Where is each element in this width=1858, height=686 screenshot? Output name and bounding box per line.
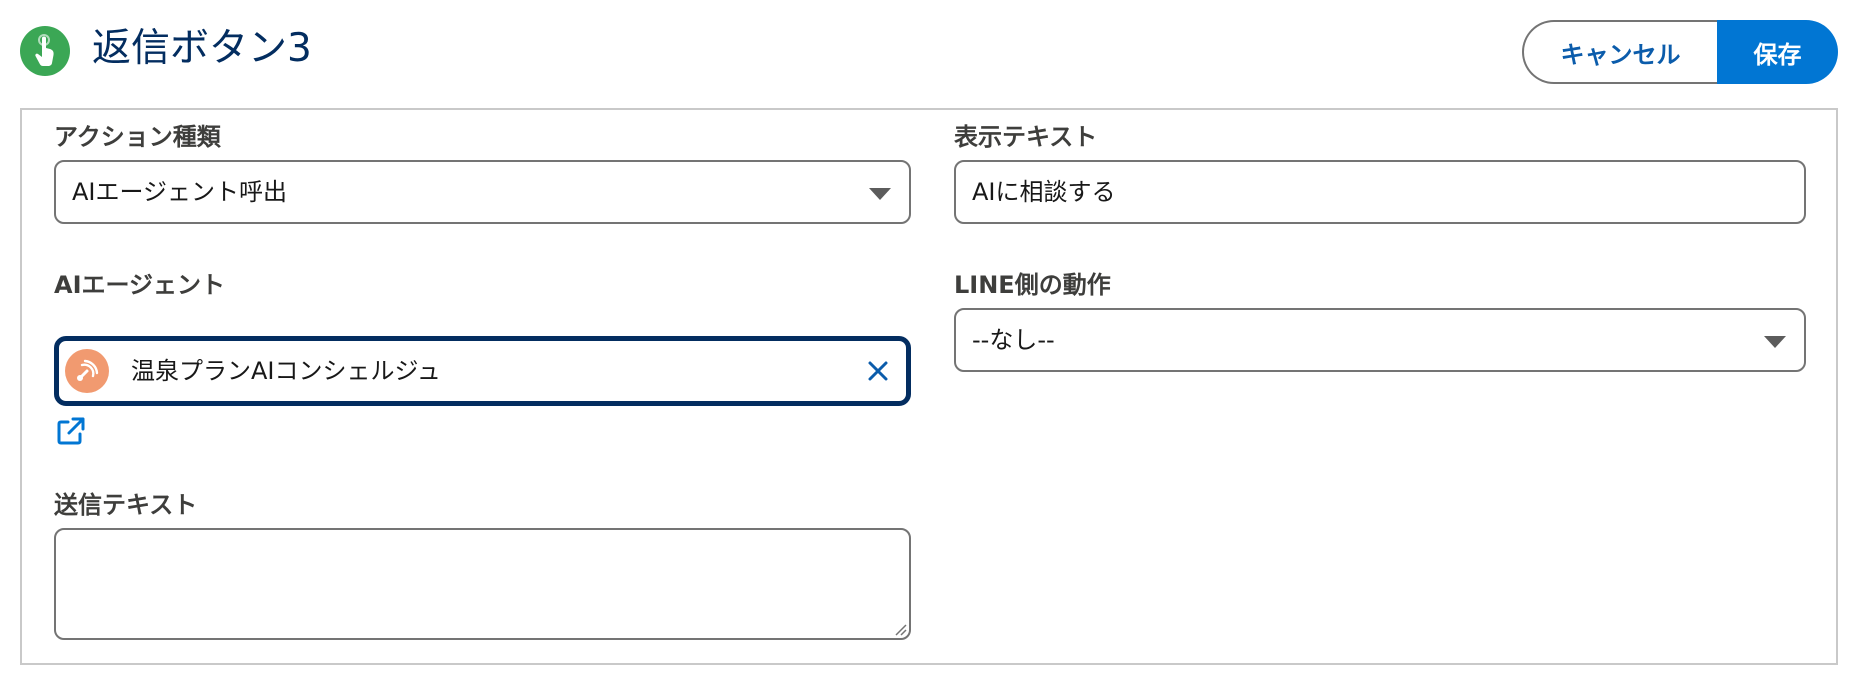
cancel-button[interactable]: キャンセル bbox=[1522, 20, 1717, 84]
save-button[interactable]: 保存 bbox=[1717, 20, 1838, 84]
touch-hand-icon bbox=[20, 26, 70, 76]
resize-handle-icon[interactable] bbox=[891, 620, 907, 636]
display-text-input[interactable]: AIに相談する bbox=[954, 160, 1806, 224]
page-title: 返信ボタン3 bbox=[92, 26, 312, 71]
send-text-textarea[interactable] bbox=[54, 528, 911, 640]
action-type-select[interactable]: AIエージェント呼出 bbox=[54, 160, 911, 224]
clear-icon[interactable] bbox=[866, 359, 890, 383]
line-action-select[interactable]: --なし-- bbox=[954, 308, 1806, 372]
dropdown-caret-icon bbox=[869, 188, 891, 200]
ai-agent-value: 温泉プランAIコンシェルジュ bbox=[131, 357, 441, 385]
action-type-value: AIエージェント呼出 bbox=[72, 178, 288, 206]
action-type-label: アクション種類 bbox=[54, 123, 221, 151]
page-header: 返信ボタン3 キャンセル 保存 bbox=[20, 16, 1838, 86]
display-text-value: AIに相談する bbox=[972, 178, 1116, 206]
display-text-label: 表示テキスト bbox=[954, 123, 1098, 151]
line-action-label: LINE側の動作 bbox=[954, 271, 1111, 299]
agent-avatar-icon bbox=[65, 349, 109, 393]
line-action-value: --なし-- bbox=[972, 326, 1055, 354]
action-button-group: キャンセル 保存 bbox=[1522, 20, 1838, 84]
dropdown-caret-icon bbox=[1764, 336, 1786, 348]
ai-agent-lookup[interactable]: 温泉プランAIコンシェルジュ bbox=[54, 336, 911, 406]
ai-agent-label: AIエージェント bbox=[54, 271, 226, 299]
send-text-label: 送信テキスト bbox=[54, 491, 198, 519]
external-link-icon[interactable] bbox=[56, 416, 86, 446]
form-card: アクション種類 AIエージェント呼出 表示テキスト AIに相談する AIエージェ… bbox=[20, 108, 1838, 665]
